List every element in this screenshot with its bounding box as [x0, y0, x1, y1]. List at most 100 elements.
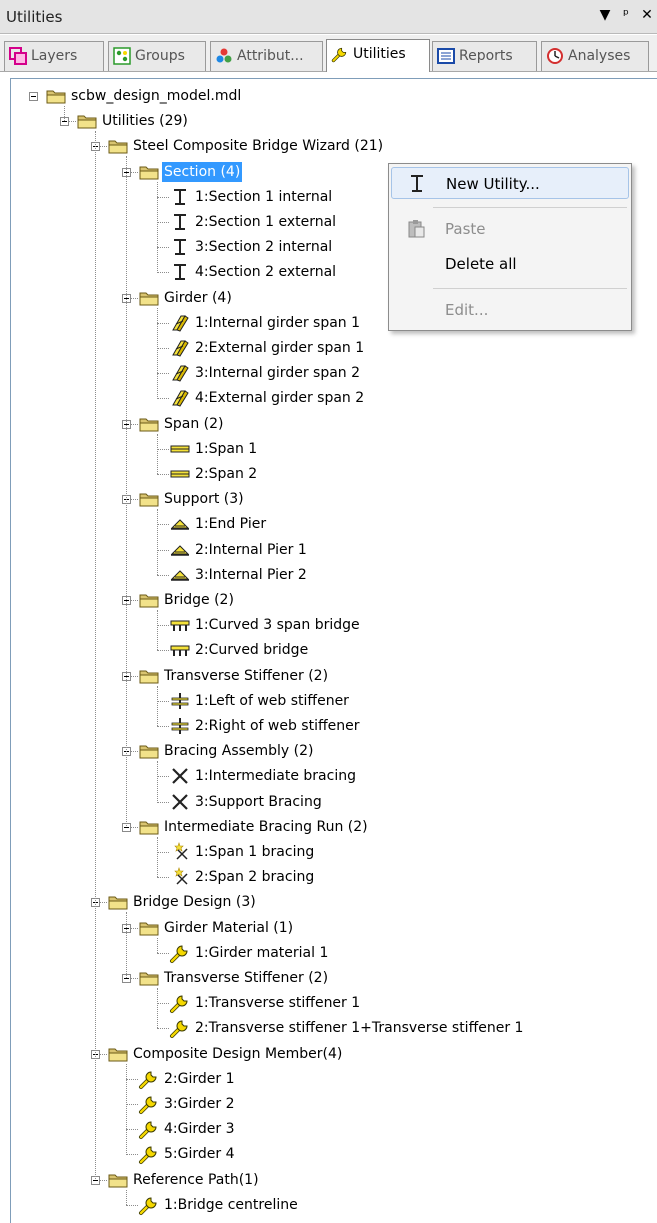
- tree-folder[interactable]: Composite Design Member(4): [107, 1042, 657, 1066]
- tree-item[interactable]: 5:Girder 4: [138, 1142, 657, 1166]
- tree-item[interactable]: 1:Left of web stiffener: [169, 689, 657, 713]
- tree-item[interactable]: 1:Bridge centreline: [138, 1193, 657, 1217]
- tab-attribut[interactable]: Attribut...: [210, 41, 323, 71]
- tab-groups[interactable]: Groups: [108, 41, 206, 71]
- wrench-icon: [169, 942, 191, 964]
- tree-item-label: Bracing Assembly (2): [164, 743, 314, 759]
- wrench-icon: [331, 45, 349, 63]
- wrench-icon: [138, 1118, 160, 1140]
- tree-item[interactable]: 3:Internal Pier 2: [169, 563, 657, 587]
- tree-folder[interactable]: scbw_design_model.mdl: [45, 84, 645, 108]
- tree-folder[interactable]: Utilities (29): [76, 109, 657, 133]
- tree-connector: [157, 222, 169, 223]
- tree-item[interactable]: 3:Support Bracing: [169, 790, 657, 814]
- tree-item[interactable]: 3:Internal girder span 2: [169, 361, 657, 385]
- folder-icon: [138, 161, 160, 183]
- tree-item-label: 1:Bridge centreline: [164, 1197, 298, 1213]
- tree-folder[interactable]: Transverse Stiffener (2): [138, 664, 657, 688]
- folder-icon: [107, 1043, 129, 1065]
- tree-connector: [157, 953, 169, 954]
- tree-item[interactable]: 1:End Pier: [169, 512, 657, 536]
- tree-item[interactable]: 2:Transverse stiffener 1+Transverse stif…: [169, 1016, 657, 1040]
- tab-analyses[interactable]: Analyses: [541, 41, 649, 71]
- tree-item[interactable]: 4:Girder 3: [138, 1117, 657, 1141]
- close-icon[interactable]: ✕: [638, 7, 656, 23]
- tree-folder[interactable]: Bracing Assembly (2): [138, 739, 657, 763]
- bridge-icon: [169, 639, 191, 661]
- tab-utilities[interactable]: Utilities: [326, 39, 430, 72]
- tree-item-label: 1:Girder material 1: [195, 945, 329, 961]
- tree-item[interactable]: 2:Right of web stiffener: [169, 714, 657, 738]
- section-icon: [169, 186, 191, 208]
- tab-reports[interactable]: Reports: [432, 41, 537, 71]
- tree-item[interactable]: 2:Span 2 bracing: [169, 865, 657, 889]
- tree-item-label: Transverse Stiffener (2): [164, 970, 329, 986]
- tab-layers[interactable]: Layers: [4, 41, 104, 71]
- tree-item-label: 3:Girder 2: [164, 1096, 235, 1112]
- tree-connector: [157, 308, 158, 399]
- tree-item-label: 5:Girder 4: [164, 1146, 235, 1162]
- tree-connector: [157, 524, 169, 525]
- tree-item[interactable]: 2:Girder 1: [138, 1067, 657, 1091]
- tree-item-label: 1:Span 1: [195, 441, 258, 457]
- tree-folder[interactable]: Support (3): [138, 487, 657, 511]
- tree-item-label: 2:Internal Pier 1: [195, 542, 307, 558]
- tree-folder[interactable]: Reference Path(1): [107, 1168, 657, 1192]
- attributes-icon: [215, 47, 233, 65]
- tree-item[interactable]: 2:Internal Pier 1: [169, 538, 657, 562]
- bridge-icon: [169, 614, 191, 636]
- section-icon: [169, 211, 191, 233]
- tree-item[interactable]: 2:External girder span 1: [169, 336, 657, 360]
- menu-item-new-utility[interactable]: New Utility...: [391, 167, 629, 199]
- tree-folder[interactable]: Intermediate Bracing Run (2): [138, 815, 657, 839]
- wrench-icon: [138, 1068, 160, 1090]
- tree-item-label: Steel Composite Bridge Wizard (21): [133, 138, 384, 154]
- tree-connector: [157, 686, 158, 726]
- tree-item[interactable]: 1:Girder material 1: [169, 941, 657, 965]
- tree-folder[interactable]: Transverse Stiffener (2): [138, 966, 657, 990]
- tree-connector: [157, 1003, 169, 1004]
- tree-folder[interactable]: Bridge Design (3): [107, 890, 657, 914]
- menu-item-paste: Paste: [391, 213, 629, 245]
- folder-icon: [138, 413, 160, 435]
- tree-item-label: 2:Curved bridge: [195, 642, 309, 658]
- tree-connector: [126, 1205, 138, 1206]
- tree-connector: [157, 272, 169, 273]
- tree-item[interactable]: 2:Curved bridge: [169, 638, 657, 662]
- tree-connector: [126, 156, 127, 826]
- tree-connector: [157, 550, 169, 551]
- tree-connector: [126, 1064, 127, 1155]
- tree-connector: [157, 182, 158, 273]
- menu-item-delete-all[interactable]: Delete all: [391, 248, 629, 280]
- tree-connector: [157, 197, 169, 198]
- tree-folder[interactable]: Span (2): [138, 412, 657, 436]
- tree-folder[interactable]: Steel Composite Bridge Wizard (21): [107, 134, 657, 158]
- tree-item-label: 2:Right of web stiffener: [195, 718, 360, 734]
- tree-item[interactable]: 4:External girder span 2: [169, 386, 657, 410]
- tree-connector: [157, 1028, 169, 1029]
- context-menu: New Utility... Paste Delete all Edit...: [388, 163, 632, 331]
- tree-item[interactable]: 1:Curved 3 span bridge: [169, 613, 657, 637]
- tree-item-label: Bridge (2): [164, 592, 234, 608]
- analyses-icon: [546, 47, 564, 65]
- dropdown-arrow-icon[interactable]: ▼: [596, 7, 614, 23]
- support-icon: [169, 564, 191, 586]
- tree-item[interactable]: 1:Transverse stiffener 1: [169, 991, 657, 1015]
- tree-item[interactable]: 1:Intermediate bracing: [169, 764, 657, 788]
- support-icon: [169, 539, 191, 561]
- tree-item[interactable]: 1:Span 1 bracing: [169, 840, 657, 864]
- tree-item-label: 3:Internal girder span 2: [195, 365, 361, 381]
- tree-item[interactable]: 2:Span 2: [169, 462, 657, 486]
- span-icon: [169, 438, 191, 460]
- pin-icon[interactable]: ᵖ: [617, 7, 635, 23]
- tree-item-label: 3:Internal Pier 2: [195, 567, 307, 583]
- tree-connector: [126, 1079, 138, 1080]
- tree-connector: [157, 509, 158, 575]
- collapse-toggle-icon[interactable]: [29, 92, 38, 101]
- tree-item[interactable]: 1:Span 1: [169, 437, 657, 461]
- tree-folder[interactable]: Girder Material (1): [138, 916, 657, 940]
- tree-folder[interactable]: Bridge (2): [138, 588, 657, 612]
- tree-connector: [126, 1104, 138, 1105]
- tree-item[interactable]: 3:Girder 2: [138, 1092, 657, 1116]
- tree-connector: [157, 610, 158, 650]
